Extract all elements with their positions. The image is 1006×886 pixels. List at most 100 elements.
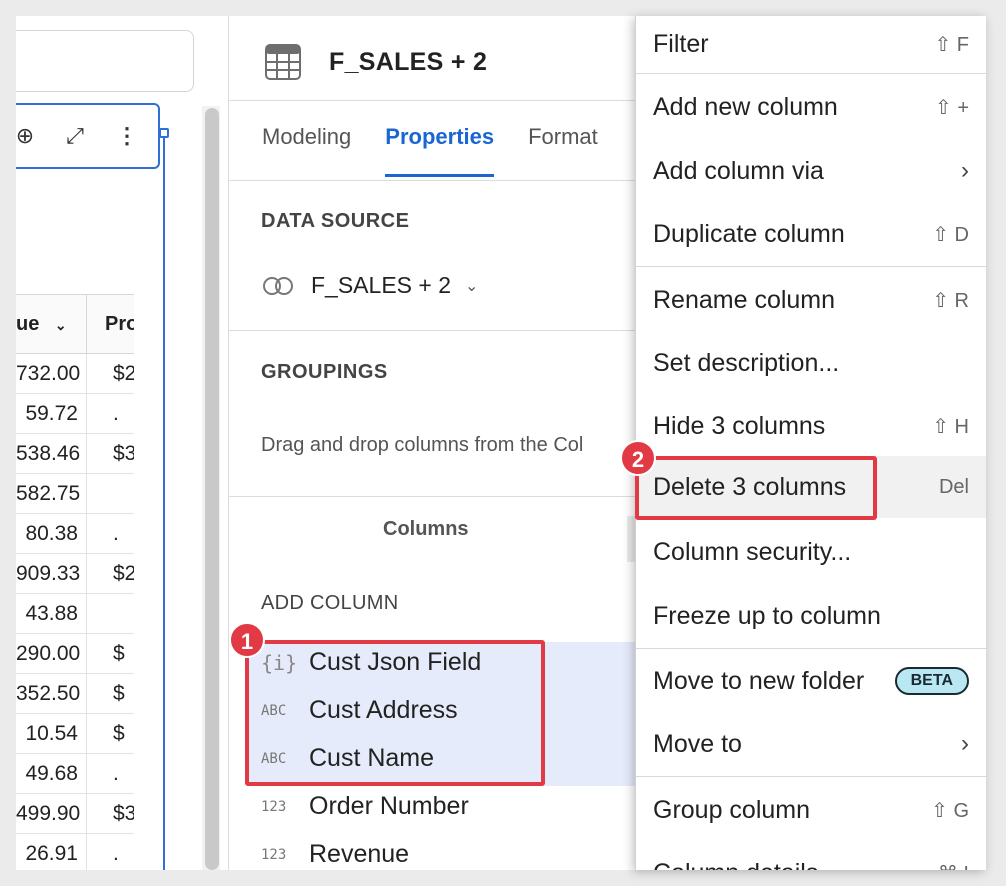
- divider: [229, 180, 649, 181]
- menu-item-label: Add new column: [653, 92, 838, 121]
- tab-format[interactable]: Format: [528, 124, 598, 177]
- table-row[interactable]: 80.38.: [16, 514, 134, 554]
- cell-profit[interactable]: $2: [86, 554, 134, 593]
- menu-item-label: Duplicate column: [653, 219, 845, 248]
- tab-bar: Modeling Properties Format: [262, 124, 598, 177]
- cell-profit[interactable]: .: [86, 514, 134, 553]
- tab-modeling[interactable]: Modeling: [262, 124, 351, 177]
- join-icon: [263, 276, 293, 295]
- cell-revenue[interactable]: 909.33: [16, 554, 86, 593]
- resize-handle[interactable]: [159, 128, 169, 138]
- menu-item-label: Set description...: [653, 348, 840, 377]
- scrollbar-thumb[interactable]: [205, 108, 219, 870]
- shortcut-hint: ⇧ G: [931, 799, 969, 822]
- table-row[interactable]: 290.00 $: [16, 634, 134, 674]
- table-row[interactable]: 909.33$2: [16, 554, 134, 594]
- shortcut-hint: ⇧ D: [932, 223, 969, 246]
- cell-revenue[interactable]: 290.00: [16, 634, 86, 673]
- menu-item-group-column[interactable]: Group column ⇧ G: [636, 783, 986, 837]
- column-header-revenue[interactable]: ue ⌄: [16, 295, 86, 353]
- cell-revenue[interactable]: 352.50: [16, 674, 86, 713]
- add-icon[interactable]: ⊕: [16, 121, 40, 151]
- divider: [229, 330, 649, 331]
- tab-properties[interactable]: Properties: [385, 124, 495, 177]
- cell-profit[interactable]: [86, 474, 134, 513]
- menu-item-column-details[interactable]: Column details ⌘ I: [636, 846, 986, 871]
- cell-revenue[interactable]: 26.91: [16, 834, 86, 870]
- table-row[interactable]: 26.91.: [16, 834, 134, 870]
- table-row[interactable]: 10.54 $: [16, 714, 134, 754]
- annotation-highlight-delete: [635, 456, 877, 520]
- cell-revenue[interactable]: 538.46: [16, 434, 86, 473]
- number-type-icon: 123: [261, 798, 287, 815]
- column-header-label: ue: [16, 313, 40, 335]
- cell-profit[interactable]: $2: [86, 354, 134, 393]
- table-row[interactable]: 732.00$2: [16, 354, 134, 394]
- table-row[interactable]: 352.50 $: [16, 674, 134, 714]
- groupings-hint: Drag and drop columns from the Col: [261, 434, 584, 456]
- menu-item-label: Freeze up to column: [653, 601, 881, 630]
- menu-item-column-security[interactable]: Column security...: [636, 525, 986, 579]
- cell-revenue[interactable]: 49.68: [16, 754, 86, 793]
- cell-revenue[interactable]: 732.00: [16, 354, 86, 393]
- table-row[interactable]: 499.90$3: [16, 794, 134, 834]
- column-name: Order Number: [309, 792, 469, 820]
- cell-profit[interactable]: $: [86, 714, 134, 753]
- table-row[interactable]: 538.46$3: [16, 434, 134, 474]
- menu-item-set-description[interactable]: Set description...: [636, 336, 986, 390]
- menu-item-label: Hide 3 columns: [653, 411, 826, 440]
- column-name: Revenue: [309, 840, 410, 868]
- menu-item-move-to-new-folder[interactable]: Move to new folder BETA: [636, 654, 986, 708]
- menu-item-move-to[interactable]: Move to ›: [636, 717, 986, 771]
- more-icon[interactable]: ⋮: [112, 121, 142, 151]
- cell-revenue[interactable]: 499.90: [16, 794, 86, 833]
- annotation-highlight-columns: [245, 640, 545, 786]
- menu-item-label: Rename column: [653, 285, 836, 314]
- cell-profit[interactable]: .: [86, 834, 134, 870]
- data-source-select[interactable]: F_SALES + 2 ⌄: [261, 272, 478, 299]
- cell-profit[interactable]: .: [86, 754, 134, 793]
- cell-revenue[interactable]: 59.72: [16, 394, 86, 433]
- divider: [229, 496, 649, 497]
- column-header-profit[interactable]: Pro: [86, 295, 134, 353]
- menu-divider: [636, 776, 986, 777]
- cell-revenue[interactable]: 10.54: [16, 714, 86, 753]
- groupings-label: GROUPINGS: [261, 361, 388, 383]
- cell-revenue[interactable]: 582.75: [16, 474, 86, 513]
- menu-item-rename-column[interactable]: Rename column ⇧ R: [636, 273, 986, 327]
- divider: [229, 100, 649, 101]
- menu-item-hide-columns[interactable]: Hide 3 columns ⇧ H: [636, 399, 986, 453]
- cell-profit[interactable]: $3: [86, 434, 134, 473]
- cell-profit[interactable]: $: [86, 674, 134, 713]
- menu-item-filter[interactable]: Filter ⇧ F: [636, 18, 986, 70]
- expand-icon[interactable]: ⤢: [60, 121, 90, 151]
- table-row[interactable]: 582.75: [16, 474, 134, 514]
- menu-item-add-new-column[interactable]: Add new column ⇧ +: [636, 80, 986, 134]
- table-row[interactable]: 49.68.: [16, 754, 134, 794]
- panel-header: F_SALES + 2: [265, 44, 487, 80]
- context-menu: Filter ⇧ F Add new column ⇧ + Add column…: [635, 16, 986, 870]
- table-icon: [265, 44, 301, 80]
- shortcut-hint: ⇧ R: [932, 289, 969, 312]
- search-input[interactable]: [16, 30, 194, 92]
- chevron-right-icon: ›: [961, 730, 969, 757]
- cell-profit[interactable]: [86, 594, 134, 633]
- column-item[interactable]: 123 Revenue: [261, 840, 409, 869]
- tab-columns[interactable]: Columns: [383, 518, 469, 541]
- table-row[interactable]: 43.88: [16, 594, 134, 634]
- column-item[interactable]: 123 Order Number: [261, 792, 469, 821]
- annotation-badge: 2: [620, 440, 656, 476]
- shortcut-hint: ⇧ +: [935, 96, 969, 119]
- chevron-down-icon[interactable]: ⌄: [55, 317, 67, 333]
- cell-profit[interactable]: $3: [86, 794, 134, 833]
- cell-revenue[interactable]: 43.88: [16, 594, 86, 633]
- cell-profit[interactable]: $: [86, 634, 134, 673]
- cell-profit[interactable]: .: [86, 394, 134, 433]
- table-row[interactable]: 59.72.: [16, 394, 134, 434]
- panel-title: F_SALES + 2: [329, 47, 488, 76]
- menu-item-duplicate-column[interactable]: Duplicate column ⇧ D: [636, 207, 986, 261]
- shortcut-hint: ⇧ F: [934, 33, 969, 56]
- cell-revenue[interactable]: 80.38: [16, 514, 86, 553]
- menu-item-freeze-up-to-column[interactable]: Freeze up to column: [636, 589, 986, 643]
- menu-item-add-column-via[interactable]: Add column via ›: [636, 144, 986, 198]
